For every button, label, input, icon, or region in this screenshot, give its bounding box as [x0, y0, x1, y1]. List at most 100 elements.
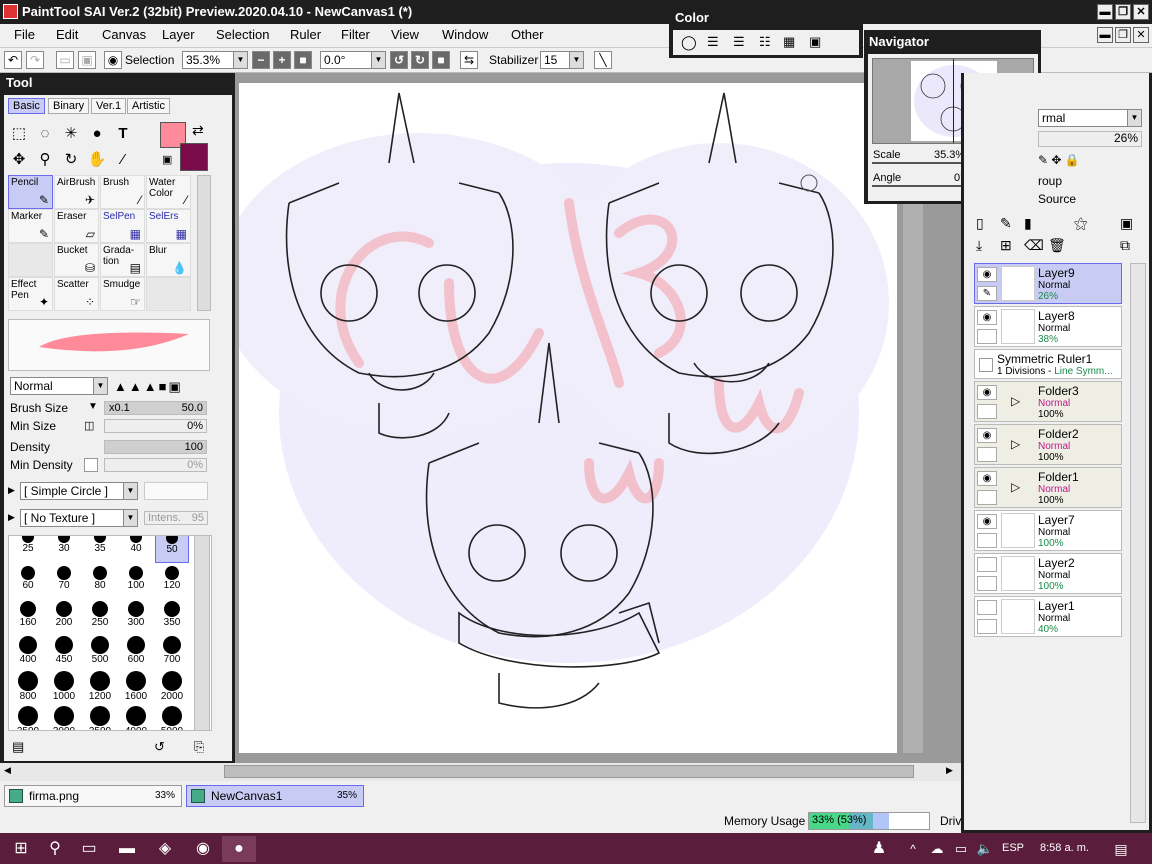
selection-visibility-icon[interactable]: ◉ — [104, 51, 122, 69]
tab-ver1[interactable]: Ver.1 — [91, 98, 127, 114]
layer-row[interactable]: Layer1 Normal 40% — [974, 596, 1122, 637]
rotate-reset-button[interactable]: ■ — [432, 51, 450, 69]
hsv-slider-icon[interactable]: ☰ — [733, 34, 745, 50]
tool-brush[interactable]: Brush ⁄ — [100, 175, 145, 209]
color-wheel-icon[interactable]: ◯ — [681, 34, 697, 51]
rgb-slider-icon[interactable]: ☰ — [707, 34, 719, 50]
texture-combo[interactable]: [ No Texture ] ▼ — [20, 509, 138, 527]
file-explorer-icon[interactable]: ▬ — [110, 836, 144, 862]
pressure-icon[interactable]: ◫ — [84, 419, 94, 432]
doc-close-button[interactable]: ✕ — [1133, 27, 1149, 43]
min-density-checkbox[interactable] — [84, 458, 98, 472]
brush-size-swatch[interactable]: 400 — [11, 633, 45, 668]
horizontal-scroll-thumb[interactable] — [224, 765, 914, 778]
tool-selers[interactable]: SelErs ▦ — [146, 209, 191, 243]
search-icon[interactable]: ⚲ — [38, 836, 72, 862]
min-density-slider[interactable]: 0% — [104, 458, 207, 472]
menu-ruler[interactable]: Ruler — [290, 27, 321, 42]
size-list-settings-icon[interactable]: ▤ — [12, 739, 24, 755]
brush-size-dropdown-icon[interactable]: ▼ — [88, 401, 98, 412]
folder-row[interactable]: ◉ ▷ Folder2 Normal 100% — [974, 424, 1122, 465]
move-icon[interactable]: ✥ — [8, 149, 30, 171]
layer-link-icon[interactable] — [977, 576, 997, 591]
tool-watercolor[interactable]: Water Color ⁄ — [146, 175, 191, 209]
eye-icon[interactable]: ◉ — [977, 310, 997, 325]
start-icon[interactable]: ⊞ — [4, 836, 38, 862]
layer-list-scrollbar[interactable] — [1130, 263, 1146, 823]
brush-size-swatch[interactable]: 2000 — [155, 668, 189, 703]
tab-binary[interactable]: Binary — [48, 98, 90, 114]
folder-expand-icon[interactable]: ▷ — [1011, 480, 1020, 494]
clipping-group-label[interactable]: roup — [1038, 174, 1062, 188]
brush-size-swatch[interactable]: 200 — [47, 598, 81, 633]
density-slider[interactable]: 100 — [104, 440, 207, 454]
brush-shape-buttons[interactable]: ▲▲▲■▣ — [114, 379, 183, 395]
new-layer-icon[interactable]: ▯ — [976, 215, 984, 232]
brush-size-swatch[interactable]: 800 — [11, 668, 45, 703]
brush-size-swatch[interactable]: 40 — [119, 536, 153, 563]
zoom-icon[interactable]: ⚲ — [34, 149, 56, 171]
tool-eraser[interactable]: Eraser ▱ — [54, 209, 99, 243]
tool-selpen[interactable]: SelPen ▦ — [100, 209, 145, 243]
tool-pencil[interactable]: Pencil ✎ — [8, 175, 53, 209]
clock[interactable]: 8:58 a. m. — [1040, 842, 1089, 854]
clear-layer-icon[interactable]: ⌫ — [1024, 237, 1044, 254]
brush-size-swatch[interactable]: 160 — [11, 598, 45, 633]
texture-expand-icon[interactable]: ▶ — [8, 512, 15, 523]
menu-window[interactable]: Window — [442, 27, 488, 42]
folder-row[interactable]: ◉ ▷ Folder1 Normal 100% — [974, 467, 1122, 508]
magic-wand-icon[interactable]: ✳ — [60, 123, 82, 145]
folder-row[interactable]: ◉ ▷ Folder3 Normal 100% — [974, 381, 1122, 422]
layer-link-icon[interactable] — [977, 533, 997, 548]
layer-lock-icons[interactable]: ✎ ✥ 🔒 — [1038, 153, 1080, 167]
notifications-icon[interactable]: ▤ — [1104, 836, 1138, 862]
tool-airbrush[interactable]: AirBrush ✈ — [54, 175, 99, 209]
eye-icon[interactable]: ◉ — [977, 267, 997, 282]
doc-tab-newcanvas[interactable]: NewCanvas1 35% — [186, 785, 364, 807]
menu-selection[interactable]: Selection — [216, 27, 269, 42]
tab-artistic[interactable]: Artistic — [127, 98, 170, 114]
doc-minimize-button[interactable]: ▬ — [1097, 27, 1113, 43]
brush-size-swatch[interactable]: 300 — [119, 598, 153, 633]
brush-size-swatch[interactable]: 50 — [155, 536, 189, 563]
tool-marker[interactable]: Marker ✎ — [8, 209, 53, 243]
ruler-row[interactable]: Symmetric Ruler1 1 Divisions - Line Symm.… — [974, 349, 1122, 379]
transparent-color-icon[interactable]: ▣ — [162, 153, 172, 166]
zoom-reset-button[interactable]: ■ — [294, 51, 312, 69]
scratchpad-icon[interactable]: ▣ — [809, 34, 821, 50]
zoom-in-button[interactable]: + — [273, 51, 291, 69]
tool-scatter[interactable]: Scatter ⁘ — [54, 277, 99, 311]
tool-blur[interactable]: Blur 💧 — [146, 243, 191, 277]
brush-size-swatch[interactable]: 1600 — [119, 668, 153, 703]
zoom-out-button[interactable]: − — [252, 51, 270, 69]
size-reset-icon[interactable]: ↺ — [154, 739, 165, 755]
rect-select-icon[interactable]: ⬚ — [8, 123, 30, 145]
tool-smudge[interactable]: Smudge ☞ — [100, 277, 145, 311]
brush-size-slider[interactable]: x0.1 50.0 — [104, 401, 207, 415]
hidden-icon[interactable] — [977, 600, 997, 615]
shape-icon[interactable]: ● — [86, 123, 108, 145]
duplicate-layer-icon[interactable]: ⊞ — [1000, 237, 1012, 254]
blend-mode-combo[interactable]: Normal ▼ — [10, 377, 108, 395]
doc-tab-firma[interactable]: firma.png 33% — [4, 785, 182, 807]
mask-options-icon[interactable]: ⧉ — [1120, 237, 1130, 254]
layer-row[interactable]: ◉ Layer8 Normal 38% — [974, 306, 1122, 347]
size-grid-scrollbar[interactable] — [194, 535, 210, 731]
delete-layer-icon[interactable]: 🗑 — [1048, 237, 1066, 254]
rotate-left-button[interactable]: ↺ — [390, 51, 408, 69]
pencil-edit-icon[interactable]: ✎ — [977, 286, 997, 301]
eye-icon[interactable]: ◉ — [977, 385, 997, 400]
layer-link-icon[interactable] — [977, 619, 997, 634]
ruler-visibility-checkbox[interactable] — [979, 358, 993, 372]
menu-file[interactable]: File — [14, 27, 35, 42]
brush-size-swatch[interactable]: 3500 — [83, 703, 117, 730]
new-folder-icon[interactable]: ▮ — [1024, 215, 1032, 232]
doc-restore-button[interactable]: ❐ — [1115, 27, 1131, 43]
horizontal-scrollbar[interactable]: ◀ ▶ — [0, 763, 961, 781]
layer-opacity-slider[interactable]: 26% — [1038, 131, 1142, 147]
layer-link-icon[interactable] — [977, 447, 997, 462]
shape-expand-icon[interactable]: ▶ — [8, 485, 15, 496]
brush-size-swatch[interactable]: 250 — [83, 598, 117, 633]
hand-icon[interactable]: ✋ — [86, 149, 108, 171]
menu-canvas[interactable]: Canvas — [102, 27, 146, 42]
